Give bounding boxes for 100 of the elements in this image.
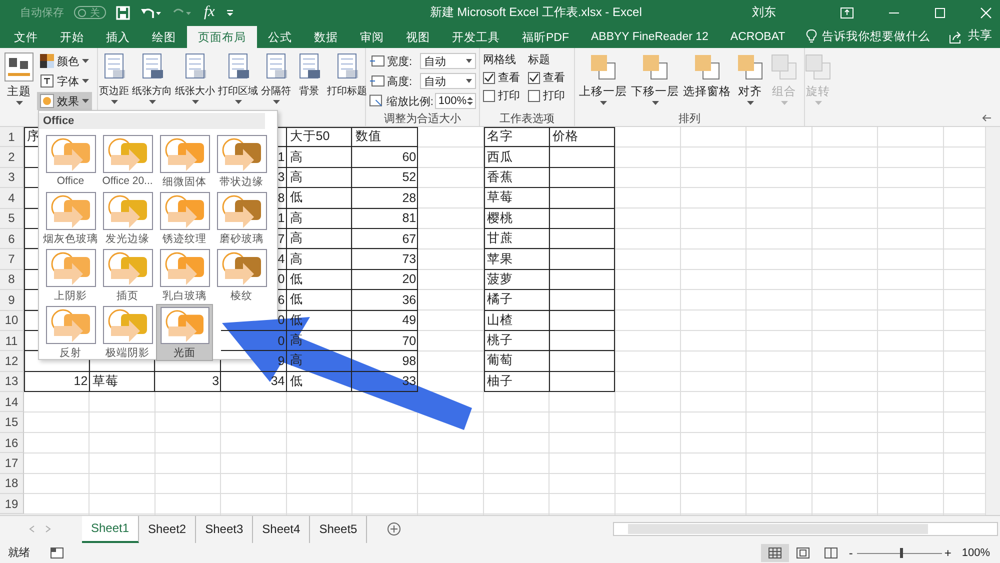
page-setup-button[interactable]: 打印区域 [217,52,259,108]
arrange-button[interactable]: 对齐 [734,52,766,108]
save-icon[interactable] [116,6,130,20]
vertical-scrollbar[interactable] [985,127,1000,515]
horizontal-scrollbar[interactable] [613,522,998,536]
size-dropdown[interactable]: 自动 [420,73,476,89]
row-number[interactable]: 12 [0,351,24,372]
effect-option[interactable]: 反射 [42,304,99,361]
page-setup-button[interactable]: 背景 [293,52,325,108]
sheet-tab[interactable]: Sheet1 [82,516,140,543]
checkbox-option[interactable]: 查看 [483,70,526,85]
row-number[interactable]: 7 [0,249,24,270]
tell-me-search[interactable]: 告诉我你想要做什么 [822,29,930,44]
ribbon-tab[interactable]: 页面布局 [187,26,257,48]
effect-option[interactable]: 细微固体 [156,133,213,190]
arrange-button[interactable]: 上移一层 [578,52,628,108]
row-number[interactable]: 2 [0,147,24,168]
effect-option[interactable]: 光面 [156,304,213,361]
ribbon-tab[interactable]: 开始 [49,26,95,48]
row-number[interactable]: 11 [0,330,24,352]
customize-caret-icon[interactable] [224,8,235,18]
scale-spinner[interactable]: 100% [435,93,476,109]
macro-record-icon[interactable] [50,546,64,559]
zoom-percent[interactable]: 100% [962,546,990,559]
undo-icon[interactable] [140,6,162,20]
add-sheet-icon[interactable] [387,522,402,536]
effect-thumbnail-icon [160,249,210,287]
effect-option[interactable]: Office 20... [99,133,156,190]
effect-thumbnail-icon [160,135,210,173]
page-setup-button[interactable]: 页边距 [98,52,130,108]
menu-header: Office [39,113,265,129]
effect-option[interactable]: 烟灰色玻璃 [42,190,99,247]
zoom-in-button[interactable]: + [942,546,954,560]
table-cell: 70 [352,330,418,352]
size-dropdown[interactable]: 自动 [420,53,476,69]
checkbox-option[interactable]: 查看 [528,70,571,85]
effect-option[interactable]: 插页 [99,247,156,304]
function-glyph[interactable]: fx [204,4,215,21]
table-cell [550,208,616,229]
row-number[interactable]: 10 [0,310,24,331]
row-number[interactable]: 19 [0,494,24,514]
zoom-out-button[interactable]: - [844,546,857,560]
row-number[interactable]: 15 [0,412,24,433]
arrange-button[interactable]: 下移一层 [630,52,680,108]
row-number[interactable]: 1 [0,127,24,148]
page-icon [796,546,810,559]
table-cell [550,290,616,311]
row-number[interactable]: 14 [0,392,24,412]
table-cell: 数值 [352,127,418,148]
ribbon-tab[interactable]: ABBYY FineReader 12 [580,26,720,48]
view-button[interactable] [760,544,789,562]
checkbox-option[interactable]: 打印 [483,88,526,103]
row-number[interactable]: 18 [0,474,24,494]
page-setup-button[interactable]: 打印标题 [326,52,368,108]
ribbon-tab[interactable]: 福昕PDF [511,26,580,48]
row-number[interactable]: 17 [0,453,24,474]
row-number[interactable]: 5 [0,208,24,229]
effect-option[interactable]: 极端阴影 [99,304,156,361]
ribbon-tab[interactable]: 开发工具 [441,26,511,48]
arrange-button[interactable]: 选择窗格 [682,52,732,108]
ribbon-tab[interactable]: 数据 [303,26,349,48]
ribbon-tab[interactable]: 文件 [3,26,49,48]
table-cell: 49 [352,310,418,331]
effect-option[interactable]: 上阴影 [42,247,99,304]
close-icon[interactable] [980,6,992,18]
table-cell [550,249,616,270]
ribbon-display-icon[interactable] [840,6,854,18]
row-number[interactable]: 13 [0,372,24,392]
spinner-arrows-icon [467,96,473,106]
row-number[interactable]: 6 [0,228,24,250]
effect-option[interactable]: 乳白玻璃 [156,247,213,304]
ribbon-tab[interactable]: 公式 [257,26,303,48]
row-number[interactable]: 8 [0,270,24,290]
page-setup-button[interactable]: 纸张大小 [174,52,216,108]
row-number[interactable]: 16 [0,432,24,454]
row-number[interactable]: 9 [0,290,24,311]
ribbon-tab[interactable]: 视图 [395,26,441,48]
theme-option-button[interactable]: 效果 [37,92,92,110]
row-number[interactable]: 4 [0,188,24,209]
ribbon-tab[interactable]: 绘图 [141,26,187,48]
ribbon-tab[interactable]: 插入 [95,26,141,48]
ribbon-tab[interactable]: ACROBAT [719,26,796,48]
effect-option[interactable]: 发光边缘 [99,190,156,247]
table-cell: 28 [352,188,418,209]
row-number[interactable]: 3 [0,168,24,188]
share-icon[interactable] [949,30,963,44]
maximize-icon[interactable] [934,6,946,18]
page-setup-button[interactable]: 分隔符 [260,52,292,108]
checkbox-option[interactable]: 打印 [528,88,571,103]
effect-option[interactable]: 锈迹纹理 [156,190,213,247]
theme-option-button[interactable]: 颜色 [37,52,92,70]
zoom-slider[interactable] [856,546,942,559]
theme-button[interactable]: 主题 [3,52,35,108]
collapse-ribbon-icon[interactable] [982,114,992,122]
share-button[interactable]: 共享 [968,27,992,44]
table-cell: 高 [286,208,352,229]
theme-option-button[interactable]: 字体 [37,72,92,90]
page-setup-button[interactable]: 纸张方向 [131,52,173,108]
user-name[interactable]: 刘东 [752,4,776,21]
ribbon-tab[interactable]: 审阅 [349,26,395,48]
